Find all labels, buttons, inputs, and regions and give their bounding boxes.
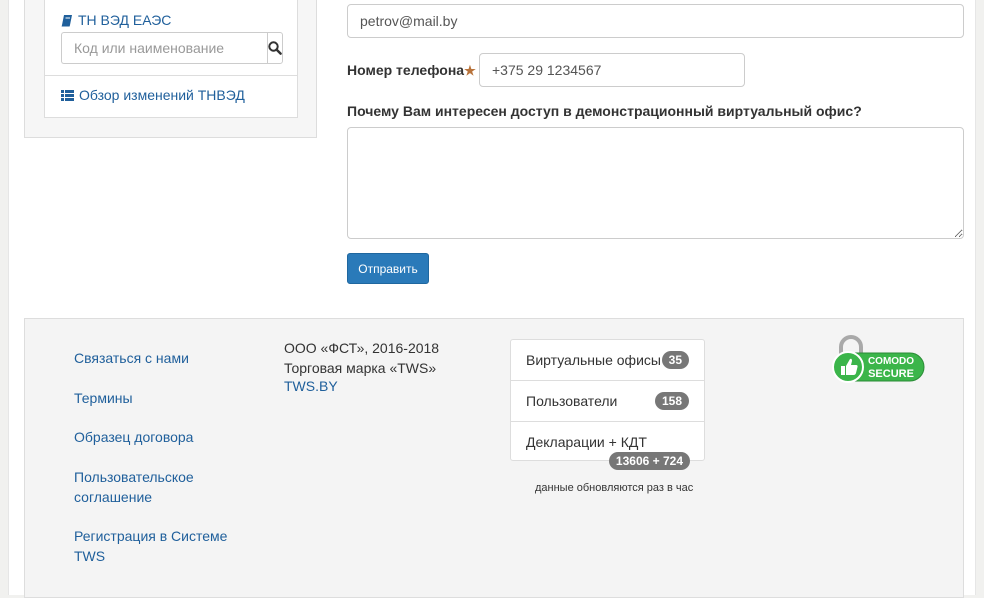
sidebar-panel: ТН ВЭД ЕАЭС Код или наименование Обзор и… — [24, 0, 317, 138]
phone-label: Номер телефона★ — [347, 62, 476, 79]
stats-panel: Виртуальные офисы 35 Пользователи 158 Де… — [510, 339, 705, 470]
tnved-search-button[interactable] — [267, 32, 283, 64]
tnved-review-link[interactable]: Обзор изменений ТНВЭД — [61, 87, 245, 103]
comodo-bottom-text: SECURE — [868, 368, 914, 380]
required-star-icon: ★ — [464, 63, 476, 78]
tnved-review-label: Обзор изменений ТНВЭД — [79, 87, 245, 103]
footer-link-contract-sample[interactable]: Образец договора — [74, 427, 193, 447]
stat-label: Пользователи — [526, 392, 618, 409]
footer-link-user-agreement[interactable]: Пользовательское соглашение — [74, 467, 214, 507]
footer-link-contact[interactable]: Связаться с нами — [74, 348, 189, 368]
email-value: petrov@mail.by — [360, 13, 458, 29]
tnved-search — [61, 32, 283, 64]
footer: Связаться с нами Термины Образец договор… — [24, 318, 964, 598]
phone-value: +375 29 1234567 — [492, 62, 602, 78]
stat-virtual-offices: Виртуальные офисы 35 — [511, 340, 704, 380]
search-icon — [268, 41, 282, 55]
tnved-section: ТН ВЭД ЕАЭС — [45, 0, 297, 76]
tnved-link-label: ТН ВЭД ЕАЭС — [78, 12, 172, 28]
comodo-secure-logo: COMODO SECURE — [832, 335, 925, 383]
update-note: данные обновляются раз в час — [535, 482, 694, 494]
question-label: Почему Вам интересен доступ в демонстрац… — [347, 103, 862, 119]
book-icon — [61, 14, 72, 26]
tnved-search-input[interactable] — [61, 32, 267, 64]
submit-button[interactable]: Отправить — [347, 253, 429, 284]
footer-link-terms[interactable]: Термины — [74, 388, 133, 408]
comodo-top-text: COMODO — [868, 356, 914, 367]
site-link[interactable]: TWS.BY — [284, 376, 338, 396]
email-field[interactable]: petrov@mail.by — [347, 4, 964, 38]
sidebar-menu: ТН ВЭД ЕАЭС Код или наименование Обзор и… — [44, 0, 298, 118]
stat-badge: 158 — [654, 391, 689, 410]
trademark-text: Торговая марка «TWS» — [284, 360, 437, 376]
stat-badge: 13606 + 724 — [608, 452, 690, 470]
phone-field[interactable]: +375 29 1234567 — [479, 53, 745, 87]
tnved-link[interactable]: ТН ВЭД ЕАЭС — [61, 12, 171, 28]
stat-label: Виртуальные офисы — [526, 352, 661, 368]
stat-badge: 35 — [661, 351, 689, 369]
footer-link-registration[interactable]: Регистрация в Системе TWS — [74, 526, 244, 566]
comodo-secure-badge[interactable]: COMODO SECURE — [831, 333, 927, 389]
interest-textarea[interactable] — [347, 127, 964, 239]
stat-users: Пользователи 158 — [511, 380, 704, 420]
list-icon — [61, 89, 74, 101]
phone-label-text: Номер телефона — [347, 62, 465, 78]
company-copyright: ООО «ФСТ», 2016-2018 — [284, 340, 440, 356]
stat-label: Декларации + КДТ — [526, 433, 647, 450]
page: ТН ВЭД ЕАЭС Код или наименование Обзор и… — [8, 0, 976, 598]
